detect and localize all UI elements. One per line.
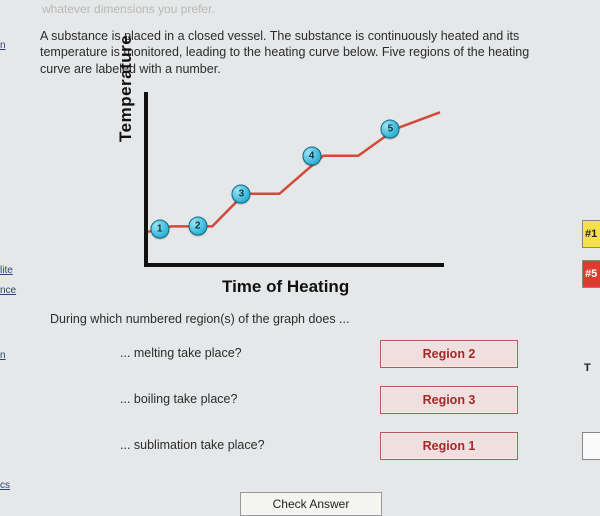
status-chip-blank[interactable] — [582, 432, 600, 460]
sub-question-text: During which numbered region(s) of the g… — [50, 312, 349, 326]
nav-link-a[interactable]: n — [0, 40, 6, 51]
right-letter-t: T — [582, 358, 600, 378]
heating-curve-chart: Temperature Time of Heating 12345 — [122, 92, 452, 292]
nav-link-e[interactable]: cs — [0, 480, 10, 491]
prompt-melting: ... melting take place? — [120, 346, 242, 360]
region-marker-4: 4 — [302, 146, 321, 165]
region-marker-3: 3 — [232, 184, 251, 203]
prompt-sublimation: ... sublimation take place? — [120, 438, 265, 452]
status-chip-1[interactable]: #1 — [582, 220, 600, 248]
status-chip-5[interactable]: #5 — [582, 260, 600, 288]
answer-field-melting[interactable]: Region 2 — [380, 340, 518, 368]
x-axis-label: Time of Heating — [222, 277, 349, 297]
answer-field-boiling[interactable]: Region 3 — [380, 386, 518, 414]
region-marker-2: 2 — [188, 217, 207, 236]
region-marker-1: 1 — [150, 220, 169, 239]
chart-plot-area: 12 3 4 5 — [144, 92, 444, 263]
y-axis-label: Temperature — [116, 35, 136, 142]
nav-link-c[interactable]: nce — [0, 285, 16, 296]
heating-curve-line — [144, 92, 444, 263]
prev-hint-text: whatever dimensions you prefer. — [42, 2, 215, 16]
check-answer-button[interactable]: Check Answer — [240, 492, 382, 516]
nav-link-b[interactable]: lite — [0, 265, 13, 276]
nav-link-d[interactable]: n — [0, 350, 6, 361]
region-marker-5: 5 — [381, 119, 400, 138]
x-axis-line — [144, 263, 444, 267]
answer-field-sublimation[interactable]: Region 1 — [380, 432, 518, 460]
prompt-boiling: ... boiling take place? — [120, 392, 237, 406]
